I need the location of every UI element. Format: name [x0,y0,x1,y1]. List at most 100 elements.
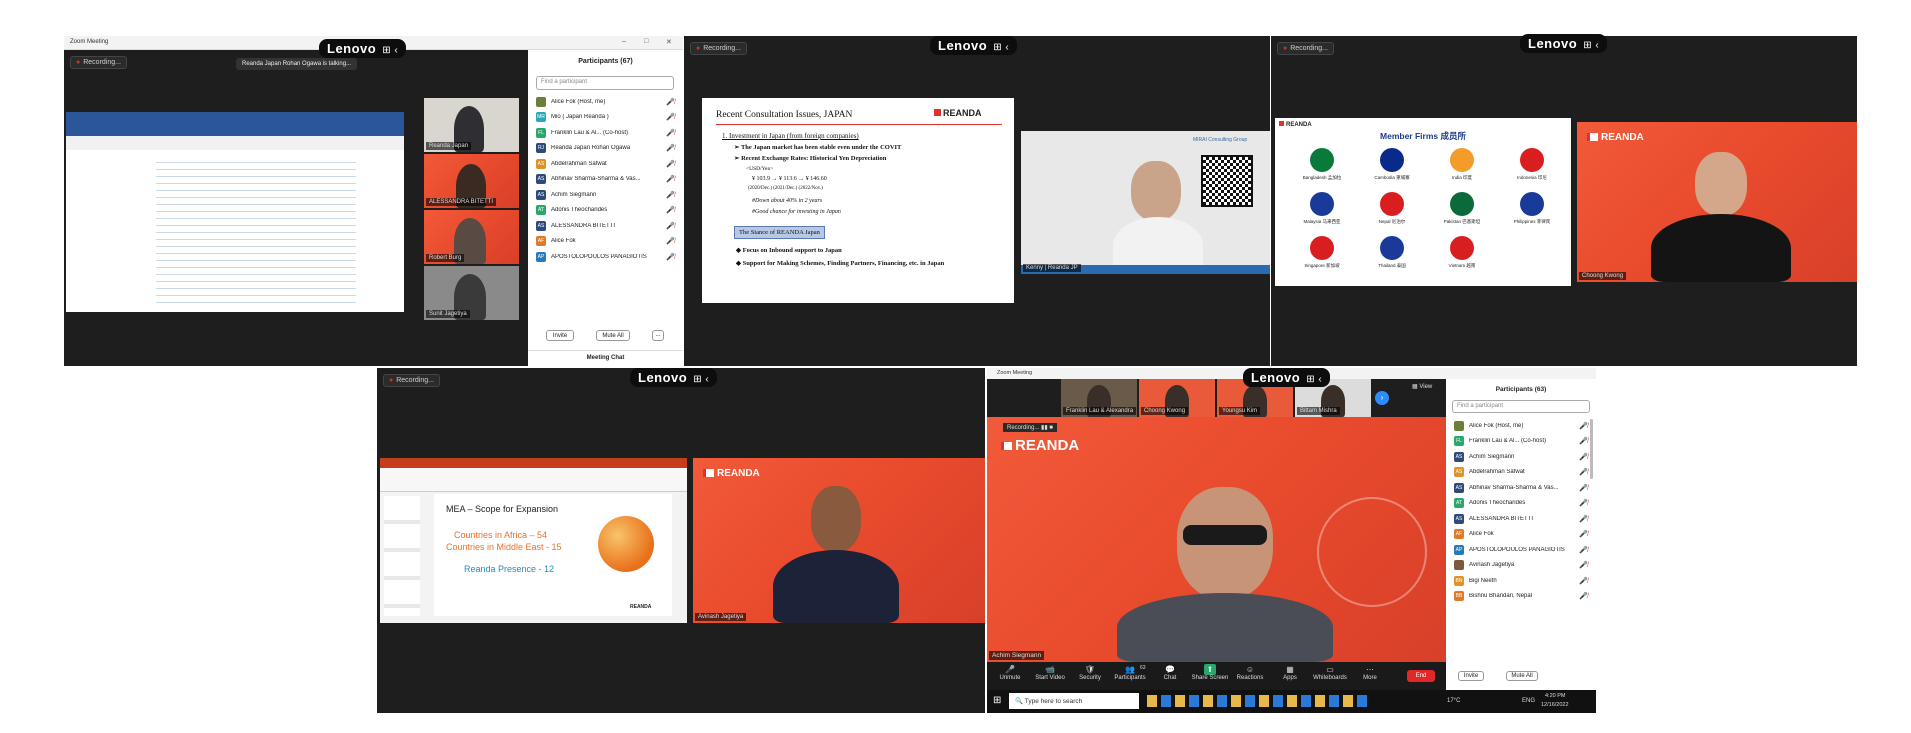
scrollbar[interactable] [1590,419,1593,479]
recording-indicator[interactable]: Recording... ▮▮ ■ [1003,423,1057,432]
ppt-slide-thumbnails[interactable] [384,496,420,616]
participant-row[interactable]: RJ Reanda Japan Rohan Ogawa 🎤̸ [528,141,683,157]
bullet-text: Support for Making Schemes, Finding Part… [742,260,945,267]
view-button[interactable]: ▦ View [1412,383,1432,390]
participant-row[interactable]: AS Abhinav Sharma-Sharma & Vas... 🎤̸ [1446,480,1596,496]
slide-line-3: Reanda Presence - 12 [464,564,555,574]
mic-muted-icon[interactable]: 🎤̸ [666,98,675,106]
webcam-kenny[interactable]: MIRAI Consulting Group Kenny | Reanda JP [1021,131,1270,274]
participant-row[interactable]: AT Adonis Theocharides 🎤̸ [528,203,683,219]
participant-row[interactable]: AP APOSTOLOPOULOS PANAGIOTIS 🎤̸ [528,249,683,265]
video-thumb-1[interactable]: Reanda Japan [424,98,519,152]
toolbar-icon[interactable]: ⊞ ‹ [382,45,398,56]
end-button[interactable]: End [1407,670,1435,682]
invite-button[interactable]: Invite [546,330,574,341]
chat-button[interactable]: 💬 Chat [1151,664,1189,681]
next-page-icon[interactable]: › [1375,391,1389,405]
mic-muted-icon[interactable]: 🎤̸ [666,237,675,245]
participant-row[interactable]: AF Alice Fok 🎤̸ [528,234,683,250]
participant-row[interactable]: AS ALESSANDRA BITETTI 🎤̸ [1446,511,1596,527]
mic-muted-icon[interactable]: 🎤̸ [666,175,675,183]
mic-muted-icon[interactable]: 🎤̸ [666,129,675,137]
mic-muted-icon[interactable]: 🎤̸ [1579,484,1588,492]
participant-row[interactable]: Alice Fok (Host, me) 🎤̸ [528,94,683,110]
mic-muted-icon[interactable]: 🎤̸ [1579,592,1588,600]
taskbar-search[interactable]: 🔍 Type here to search [1009,693,1139,709]
mic-muted-icon[interactable]: 🎤̸ [1579,468,1588,476]
participant-row[interactable]: AS Achim Siegmann 🎤̸ [1446,449,1596,465]
mute-all-button[interactable]: Mute All [596,330,630,341]
mic-muted-icon[interactable]: 🎤̸ [1579,437,1588,445]
participant-row[interactable]: AF Alice Fok 🎤̸ [1446,527,1596,543]
recording-indicator[interactable]: Recording... [1277,42,1334,55]
toolbar-icon[interactable]: ⊞ ‹ [1306,374,1322,385]
unmute-button[interactable]: 🎤 Unmute [991,664,1029,681]
lenovo-overlay-2: Lenovo ⊞ ‹ [930,36,1018,55]
speaker-video[interactable]: Recording... ▮▮ ■ REANDA Achim Siegmann [987,417,1446,662]
whiteboards-button[interactable]: ▭ Whiteboards [1311,664,1349,681]
mic-muted-icon[interactable]: 🎤̸ [1579,515,1588,523]
participant-name: Alice Fok (Host, me) [551,98,606,105]
participant-row[interactable]: AP APOSTOLOPOULOS PANAGIOTIS 🎤̸ [1446,542,1596,558]
mic-muted-icon[interactable]: 🎤̸ [666,222,675,230]
video-thumb-4[interactable]: Sunit Jagetiya [424,266,519,320]
participant-row[interactable]: AS Achim Siegmann 🎤̸ [528,187,683,203]
participant-row[interactable]: FL Franklin Lau & Al... (Co-host) 🎤̸ [1446,434,1596,450]
mic-muted-icon[interactable]: 🎤̸ [666,206,675,214]
participant-row[interactable]: BN Bigi Neeth 🎤̸ [1446,573,1596,589]
strip-video-thumb[interactable]: Franklin Lau & Alexandra [1061,379,1137,417]
mic-muted-icon[interactable]: 🎤̸ [1579,453,1588,461]
toolbar-icon[interactable]: ⊞ ‹ [693,374,709,385]
toolbar-icon[interactable]: ⊞ ‹ [1583,40,1599,51]
participant-row[interactable]: AS Abhinav Sharma-Sharma & Vas... 🎤̸ [528,172,683,188]
video-thumb-2[interactable]: ALESSANDRA BITETTI [424,154,519,208]
participant-row[interactable]: AS Abdelrahman Safwat 🎤̸ [1446,465,1596,481]
close-icon[interactable]: ✕ [666,38,672,46]
reactions-button[interactable]: ☺ Reactions [1231,664,1269,681]
minimize-icon[interactable]: – [622,38,626,45]
webcam-avinash[interactable]: REANDA Avinash Jagetiya [693,458,985,623]
mic-muted-icon[interactable]: 🎤̸ [1579,422,1588,430]
mic-muted-icon[interactable]: 🎤̸ [666,113,675,121]
security-button[interactable]: 🛡 Security [1071,664,1109,681]
mic-muted-icon[interactable]: 🎤̸ [666,191,675,199]
mic-muted-icon[interactable]: 🎤̸ [666,144,675,152]
search-input[interactable]: Find a participant [536,76,674,90]
invite-button[interactable]: Invite [1458,671,1484,681]
recording-indicator[interactable]: Recording... [70,56,127,69]
participant-row[interactable]: FL Franklin Lau & Al... (Co-host) 🎤̸ [528,125,683,141]
participant-row[interactable]: BB Bishnu Bhandari, Nepal 🎤̸ [1446,589,1596,605]
participant-row[interactable]: AT Adonis Theocharides 🎤̸ [1446,496,1596,512]
participant-row[interactable]: MR Mio ( Japan Reanda ) 🎤̸ [528,110,683,126]
mic-muted-icon[interactable]: 🎤̸ [1579,561,1588,569]
participant-row[interactable]: Alice Fok (Host, me) 🎤̸ [1446,418,1596,434]
firm-label: Singapore 新加坡 [1304,263,1340,268]
mic-muted-icon[interactable]: 🎤̸ [1579,546,1588,554]
video-thumb-3[interactable]: Robert Burg [424,210,519,264]
mic-muted-icon[interactable]: 🎤̸ [666,253,675,261]
webcam-choong[interactable]: REANDA Choong Kwong [1577,122,1857,282]
taskbar-apps[interactable] [1147,695,1367,707]
recording-indicator[interactable]: Recording... [690,42,747,55]
participant-row[interactable]: AS ALESSANDRA BITETTI 🎤̸ [528,218,683,234]
participant-row[interactable]: Avinash Jagetiya 🎤̸ [1446,558,1596,574]
whiteboards-label: Whiteboards [1313,675,1347,681]
search-input[interactable]: Find a participant [1452,400,1590,413]
toolbar-icon[interactable]: ⊞ ‹ [993,42,1009,53]
mic-muted-icon[interactable]: 🎤̸ [666,160,675,168]
mic-muted-icon[interactable]: 🎤̸ [1579,499,1588,507]
participant-row[interactable]: AS Abdelrahman Safwat 🎤̸ [528,156,683,172]
start-video-button[interactable]: 📹 Start Video [1031,664,1069,681]
apps-button[interactable]: ▦ Apps [1271,664,1309,681]
strip-video-thumb[interactable]: Choong Kwong [1139,379,1215,417]
windows-start-icon[interactable]: ⊞ [993,695,1001,706]
mic-muted-icon[interactable]: 🎤̸ [1579,577,1588,585]
mute-all-button[interactable]: Mute All [1506,671,1538,681]
share-screen-button[interactable]: ⬆ Share Screen [1191,664,1229,681]
more-button[interactable]: ⋯ More [1351,664,1389,681]
recording-indicator[interactable]: Recording... [383,374,440,387]
mic-muted-icon[interactable]: 🎤̸ [1579,530,1588,538]
maximize-icon[interactable]: □ [644,38,648,45]
bullet-text: Recent Exchange Rates: Historical Yen De… [741,155,887,162]
more-button[interactable]: ... [652,330,664,341]
